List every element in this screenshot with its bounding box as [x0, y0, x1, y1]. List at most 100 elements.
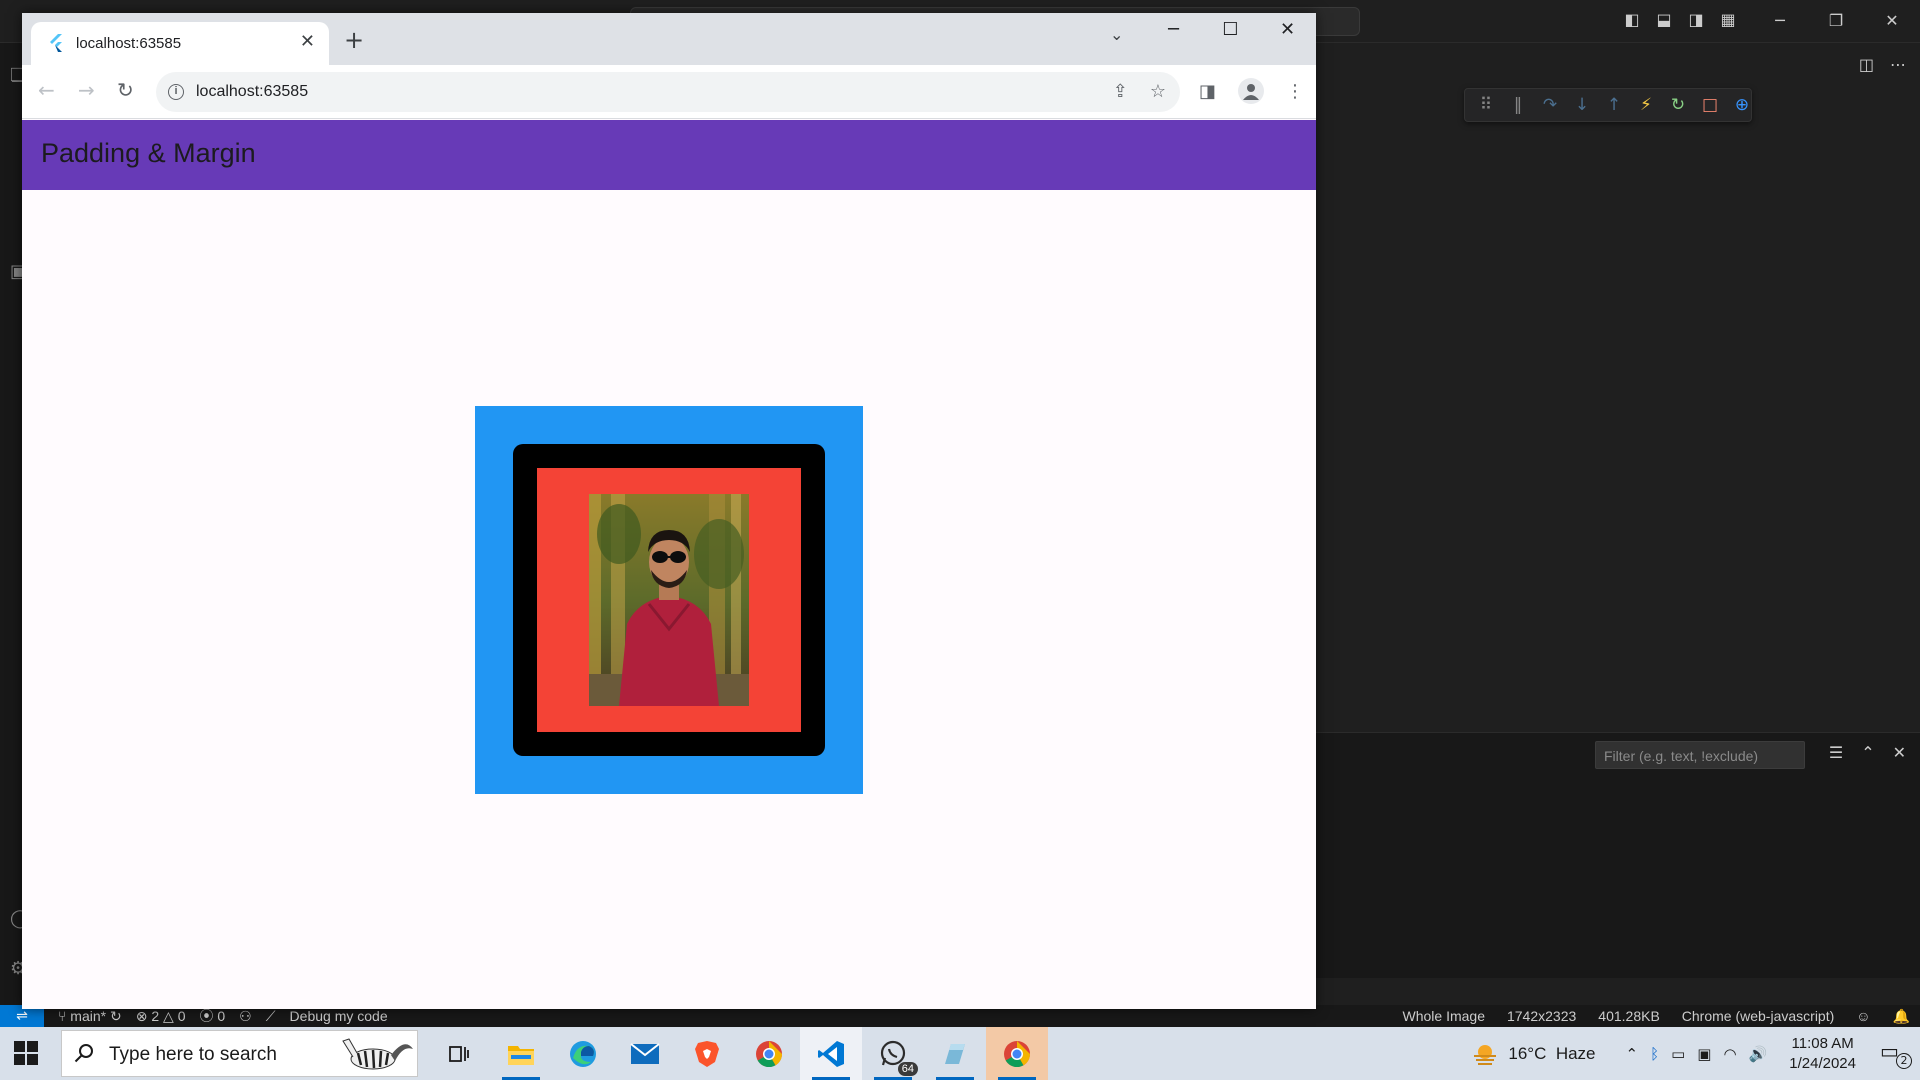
url-text[interactable]: localhost:63585: [196, 83, 308, 101]
meet-camera-icon[interactable]: ▣: [1697, 1045, 1711, 1063]
chrome-active-taskbar-icon[interactable]: [986, 1027, 1048, 1080]
taskbar-search-box[interactable]: Type here to search: [61, 1030, 418, 1077]
debug-console-panel: Filter (e.g. text, !exclude) ☰ ⌃ ✕: [1316, 732, 1920, 978]
vscode-close-icon[interactable]: ✕: [1864, 8, 1920, 34]
ports-indicator[interactable]: ⦿ 0: [199, 1006, 225, 1026]
step-out-icon[interactable]: ↑: [1605, 95, 1623, 115]
pen-app-icon[interactable]: [924, 1027, 986, 1080]
profile-avatar-icon[interactable]: [1238, 78, 1264, 104]
search-icon: [74, 1044, 93, 1063]
share-icon[interactable]: ⇪: [1113, 81, 1128, 102]
address-bar[interactable]: i localhost:63585 ⇪ ☆: [156, 72, 1180, 112]
omnibox-actions: ⇪ ☆: [1113, 81, 1166, 102]
page-viewport: Padding & Margin: [22, 120, 1316, 1009]
chrome-window: localhost:63585 ✕ + ⌄ ─ ☐ ✕ ← → ↻ i loca…: [22, 13, 1316, 1009]
image-view-mode[interactable]: Whole Image: [1403, 1008, 1485, 1024]
stop-icon[interactable]: □: [1701, 95, 1719, 115]
new-tab-icon[interactable]: +: [344, 28, 364, 52]
pause-icon[interactable]: ‖: [1509, 95, 1527, 115]
image-dimensions: 1742x2323: [1506, 1008, 1577, 1024]
windows-start-icon[interactable]: [14, 1041, 38, 1065]
toggle-secondary-sidebar-icon[interactable]: ◨: [1686, 10, 1706, 30]
vscode-minimize-icon[interactable]: ─: [1752, 8, 1808, 34]
reload-icon[interactable]: ↻: [117, 78, 134, 102]
system-clock[interactable]: 11:08 AM 1/24/2024: [1789, 1034, 1856, 1074]
step-over-icon[interactable]: ↷: [1541, 95, 1559, 115]
devtools-icon[interactable]: ⊕: [1733, 95, 1751, 115]
chrome-minimize-icon[interactable]: ─: [1145, 13, 1202, 47]
app-bar-title: Padding & Margin: [41, 138, 256, 168]
chrome-taskbar-icon[interactable]: [738, 1027, 800, 1080]
tab-strip: localhost:63585 ✕ + ⌄ ─ ☐ ✕: [22, 13, 1316, 65]
vscode-restore-icon[interactable]: ❐: [1808, 8, 1864, 34]
customize-layout-icon[interactable]: ▦: [1718, 10, 1738, 30]
bookmark-star-icon[interactable]: ☆: [1150, 81, 1166, 102]
bluetooth-icon[interactable]: ᛒ: [1650, 1045, 1659, 1063]
step-into-icon[interactable]: ↓: [1573, 95, 1591, 115]
taskbar-apps: 64: [428, 1027, 1048, 1080]
volume-icon[interactable]: 🔊: [1749, 1045, 1768, 1063]
drag-handle-icon[interactable]: ⠿: [1477, 95, 1495, 115]
chrome-menu-icon[interactable]: ⋮: [1286, 81, 1304, 102]
side-panel-icon[interactable]: ◨: [1199, 81, 1216, 102]
branch-name: main*: [70, 1007, 107, 1024]
layout-controls: ◧ ⬓ ◨ ▦: [1622, 10, 1738, 30]
toggle-panel-icon[interactable]: ⬓: [1654, 10, 1674, 30]
more-actions-icon[interactable]: ⋯: [1890, 55, 1906, 74]
status-right: Whole Image 1742x2323 401.28KB Chrome (w…: [1403, 1008, 1911, 1025]
tray-icons: ⌃ ᛒ ▭ ▣ ◠ 🔊: [1626, 1045, 1768, 1063]
branch-indicator[interactable]: ⑂ main* ↻: [58, 1008, 122, 1025]
split-editor-icon[interactable]: ◫: [1859, 55, 1874, 74]
problems-indicator[interactable]: ⊗ 2 △ 0: [136, 1008, 186, 1025]
clear-console-icon[interactable]: ☰: [1829, 743, 1843, 762]
hot-restart-icon[interactable]: ↻: [1669, 95, 1687, 115]
notification-count: 2: [1896, 1052, 1912, 1069]
wifi-icon[interactable]: ◠: [1723, 1045, 1736, 1063]
activity-bar: ❏ ▣ ◯ ⚙: [0, 43, 30, 1009]
zebra-doodle-icon: [333, 1031, 417, 1076]
clock-time: 11:08 AM: [1791, 1034, 1854, 1052]
notifications-bell-icon[interactable]: 🔔: [1893, 1008, 1910, 1025]
editor-area: ◫ ⋯: [1316, 43, 1920, 733]
forward-arrow-icon[interactable]: →: [78, 78, 95, 102]
browser-toolbar: ← → ↻ i localhost:63585 ⇪ ☆ ◨ ⋮: [22, 65, 1316, 119]
site-info-icon[interactable]: i: [168, 84, 184, 100]
debug-target[interactable]: Chrome (web-javascript): [1682, 1008, 1834, 1024]
brave-browser-icon[interactable]: [676, 1027, 738, 1080]
tab-search-chevron-icon[interactable]: ⌄: [1110, 25, 1123, 44]
tab-close-icon[interactable]: ✕: [300, 31, 315, 52]
battery-icon[interactable]: ▭: [1671, 1045, 1685, 1063]
mail-icon[interactable]: [614, 1027, 676, 1080]
back-arrow-icon[interactable]: ←: [38, 78, 55, 102]
debug-status[interactable]: Debug my code: [290, 1008, 388, 1024]
red-container: [537, 468, 801, 732]
task-view-icon[interactable]: [428, 1027, 490, 1080]
maximize-panel-icon[interactable]: ⌃: [1861, 743, 1874, 762]
vscode-window-controls: ─ ❐ ✕: [1752, 8, 1920, 34]
show-hidden-icons-chevron-icon[interactable]: ⌃: [1626, 1045, 1639, 1063]
editor-actions: ◫ ⋯: [1859, 55, 1906, 74]
browser-tab[interactable]: localhost:63585 ✕: [31, 22, 329, 65]
debug-run-icon[interactable]: ⚇: [239, 1008, 252, 1025]
file-explorer-icon[interactable]: [490, 1027, 552, 1080]
hot-reload-icon[interactable]: ⚡: [1637, 95, 1655, 115]
feedback-icon[interactable]: ☺: [1856, 1008, 1870, 1024]
ports-count: 0: [217, 1008, 226, 1024]
notification-center-icon[interactable]: ▭ 2: [1880, 1039, 1912, 1069]
weather-widget[interactable]: 16°C Haze: [1472, 1043, 1596, 1065]
outer-blue-container: [475, 406, 863, 794]
edge-browser-icon[interactable]: [552, 1027, 614, 1080]
debug-config-icon[interactable]: ⟋: [266, 1008, 276, 1025]
chrome-close-icon[interactable]: ✕: [1259, 13, 1316, 47]
person-icon: [1243, 84, 1259, 100]
vscode-taskbar-icon[interactable]: [800, 1027, 862, 1080]
close-panel-icon[interactable]: ✕: [1893, 743, 1906, 762]
haze-sun-icon: [1474, 1044, 1497, 1065]
panel-filter-input[interactable]: Filter (e.g. text, !exclude): [1595, 741, 1805, 769]
whatsapp-icon[interactable]: 64: [862, 1027, 924, 1080]
weather-text: 16°C Haze: [1508, 1043, 1596, 1063]
clock-date: 1/24/2024: [1789, 1054, 1856, 1072]
black-rounded-container: [513, 444, 825, 756]
chrome-maximize-icon[interactable]: ☐: [1202, 13, 1259, 47]
toggle-primary-sidebar-icon[interactable]: ◧: [1622, 10, 1642, 30]
